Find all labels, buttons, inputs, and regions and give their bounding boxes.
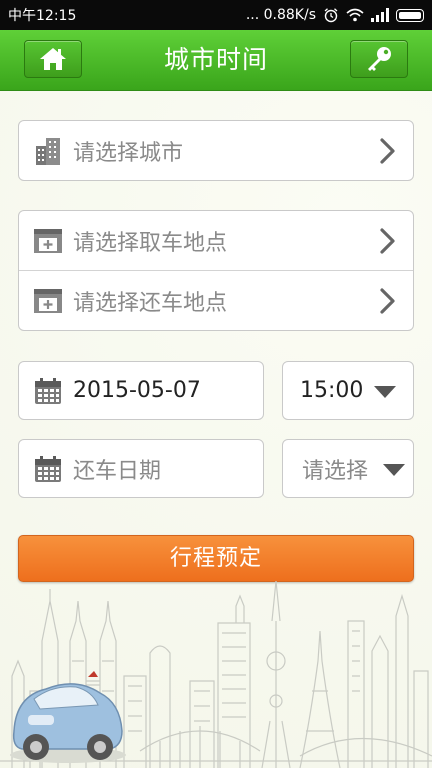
network-speed: ... 0.88K/s bbox=[245, 7, 316, 23]
status-indicators: ... 0.88K/s bbox=[246, 7, 424, 23]
form-area: 请选择城市 请选择取车地点 请选择还车地点 2015-05-07 15:00 还… bbox=[0, 91, 432, 768]
pickup-location-select[interactable]: 请选择取车地点 bbox=[19, 211, 413, 270]
return-date-placeholder: 还车日期 bbox=[73, 458, 162, 484]
calendar-icon bbox=[33, 454, 63, 484]
dropdown-arrow-icon bbox=[383, 464, 405, 476]
book-trip-button[interactable]: 行程预定 bbox=[18, 535, 414, 582]
chevron-right-icon bbox=[380, 288, 395, 314]
pickup-time-select[interactable]: 15:00 bbox=[282, 361, 414, 420]
battery-icon bbox=[396, 8, 424, 22]
status-time: 中午12:15 bbox=[8, 8, 77, 24]
return-date-field[interactable]: 还车日期 bbox=[18, 439, 264, 498]
calendar-icon bbox=[33, 376, 63, 406]
key-icon bbox=[368, 47, 391, 71]
city-select[interactable]: 请选择城市 bbox=[19, 121, 413, 180]
car-illustration bbox=[10, 671, 126, 763]
title-bar: 城市时间 bbox=[0, 30, 432, 91]
signal-icon bbox=[371, 8, 389, 22]
location-card: 请选择取车地点 请选择还车地点 bbox=[18, 210, 414, 331]
login-button[interactable] bbox=[350, 40, 408, 78]
return-time-select[interactable]: 请选择 bbox=[282, 439, 414, 498]
city-card: 请选择城市 bbox=[18, 120, 414, 181]
pickup-time-value: 15:00 bbox=[300, 378, 364, 403]
chevron-right-icon bbox=[380, 228, 395, 254]
dropdown-arrow-icon bbox=[374, 386, 396, 398]
building-icon bbox=[33, 136, 63, 166]
pickup-location-placeholder: 请选择取车地点 bbox=[73, 230, 228, 256]
alarm-icon bbox=[324, 8, 338, 23]
store-icon bbox=[33, 226, 63, 256]
chevron-right-icon bbox=[380, 138, 395, 164]
pickup-date-field[interactable]: 2015-05-07 bbox=[18, 361, 264, 420]
home-icon bbox=[40, 48, 66, 70]
home-button[interactable] bbox=[24, 40, 82, 78]
return-location-select[interactable]: 请选择还车地点 bbox=[19, 270, 413, 330]
city-placeholder: 请选择城市 bbox=[73, 140, 184, 166]
store-icon bbox=[33, 286, 63, 316]
status-bar: 中午12:15 ... 0.88K/s bbox=[0, 0, 432, 30]
wifi-icon bbox=[346, 8, 364, 22]
return-location-placeholder: 请选择还车地点 bbox=[73, 290, 228, 316]
return-time-placeholder: 请选择 bbox=[302, 458, 369, 484]
pickup-date-value: 2015-05-07 bbox=[73, 378, 201, 403]
city-skyline-illustration bbox=[0, 581, 432, 768]
